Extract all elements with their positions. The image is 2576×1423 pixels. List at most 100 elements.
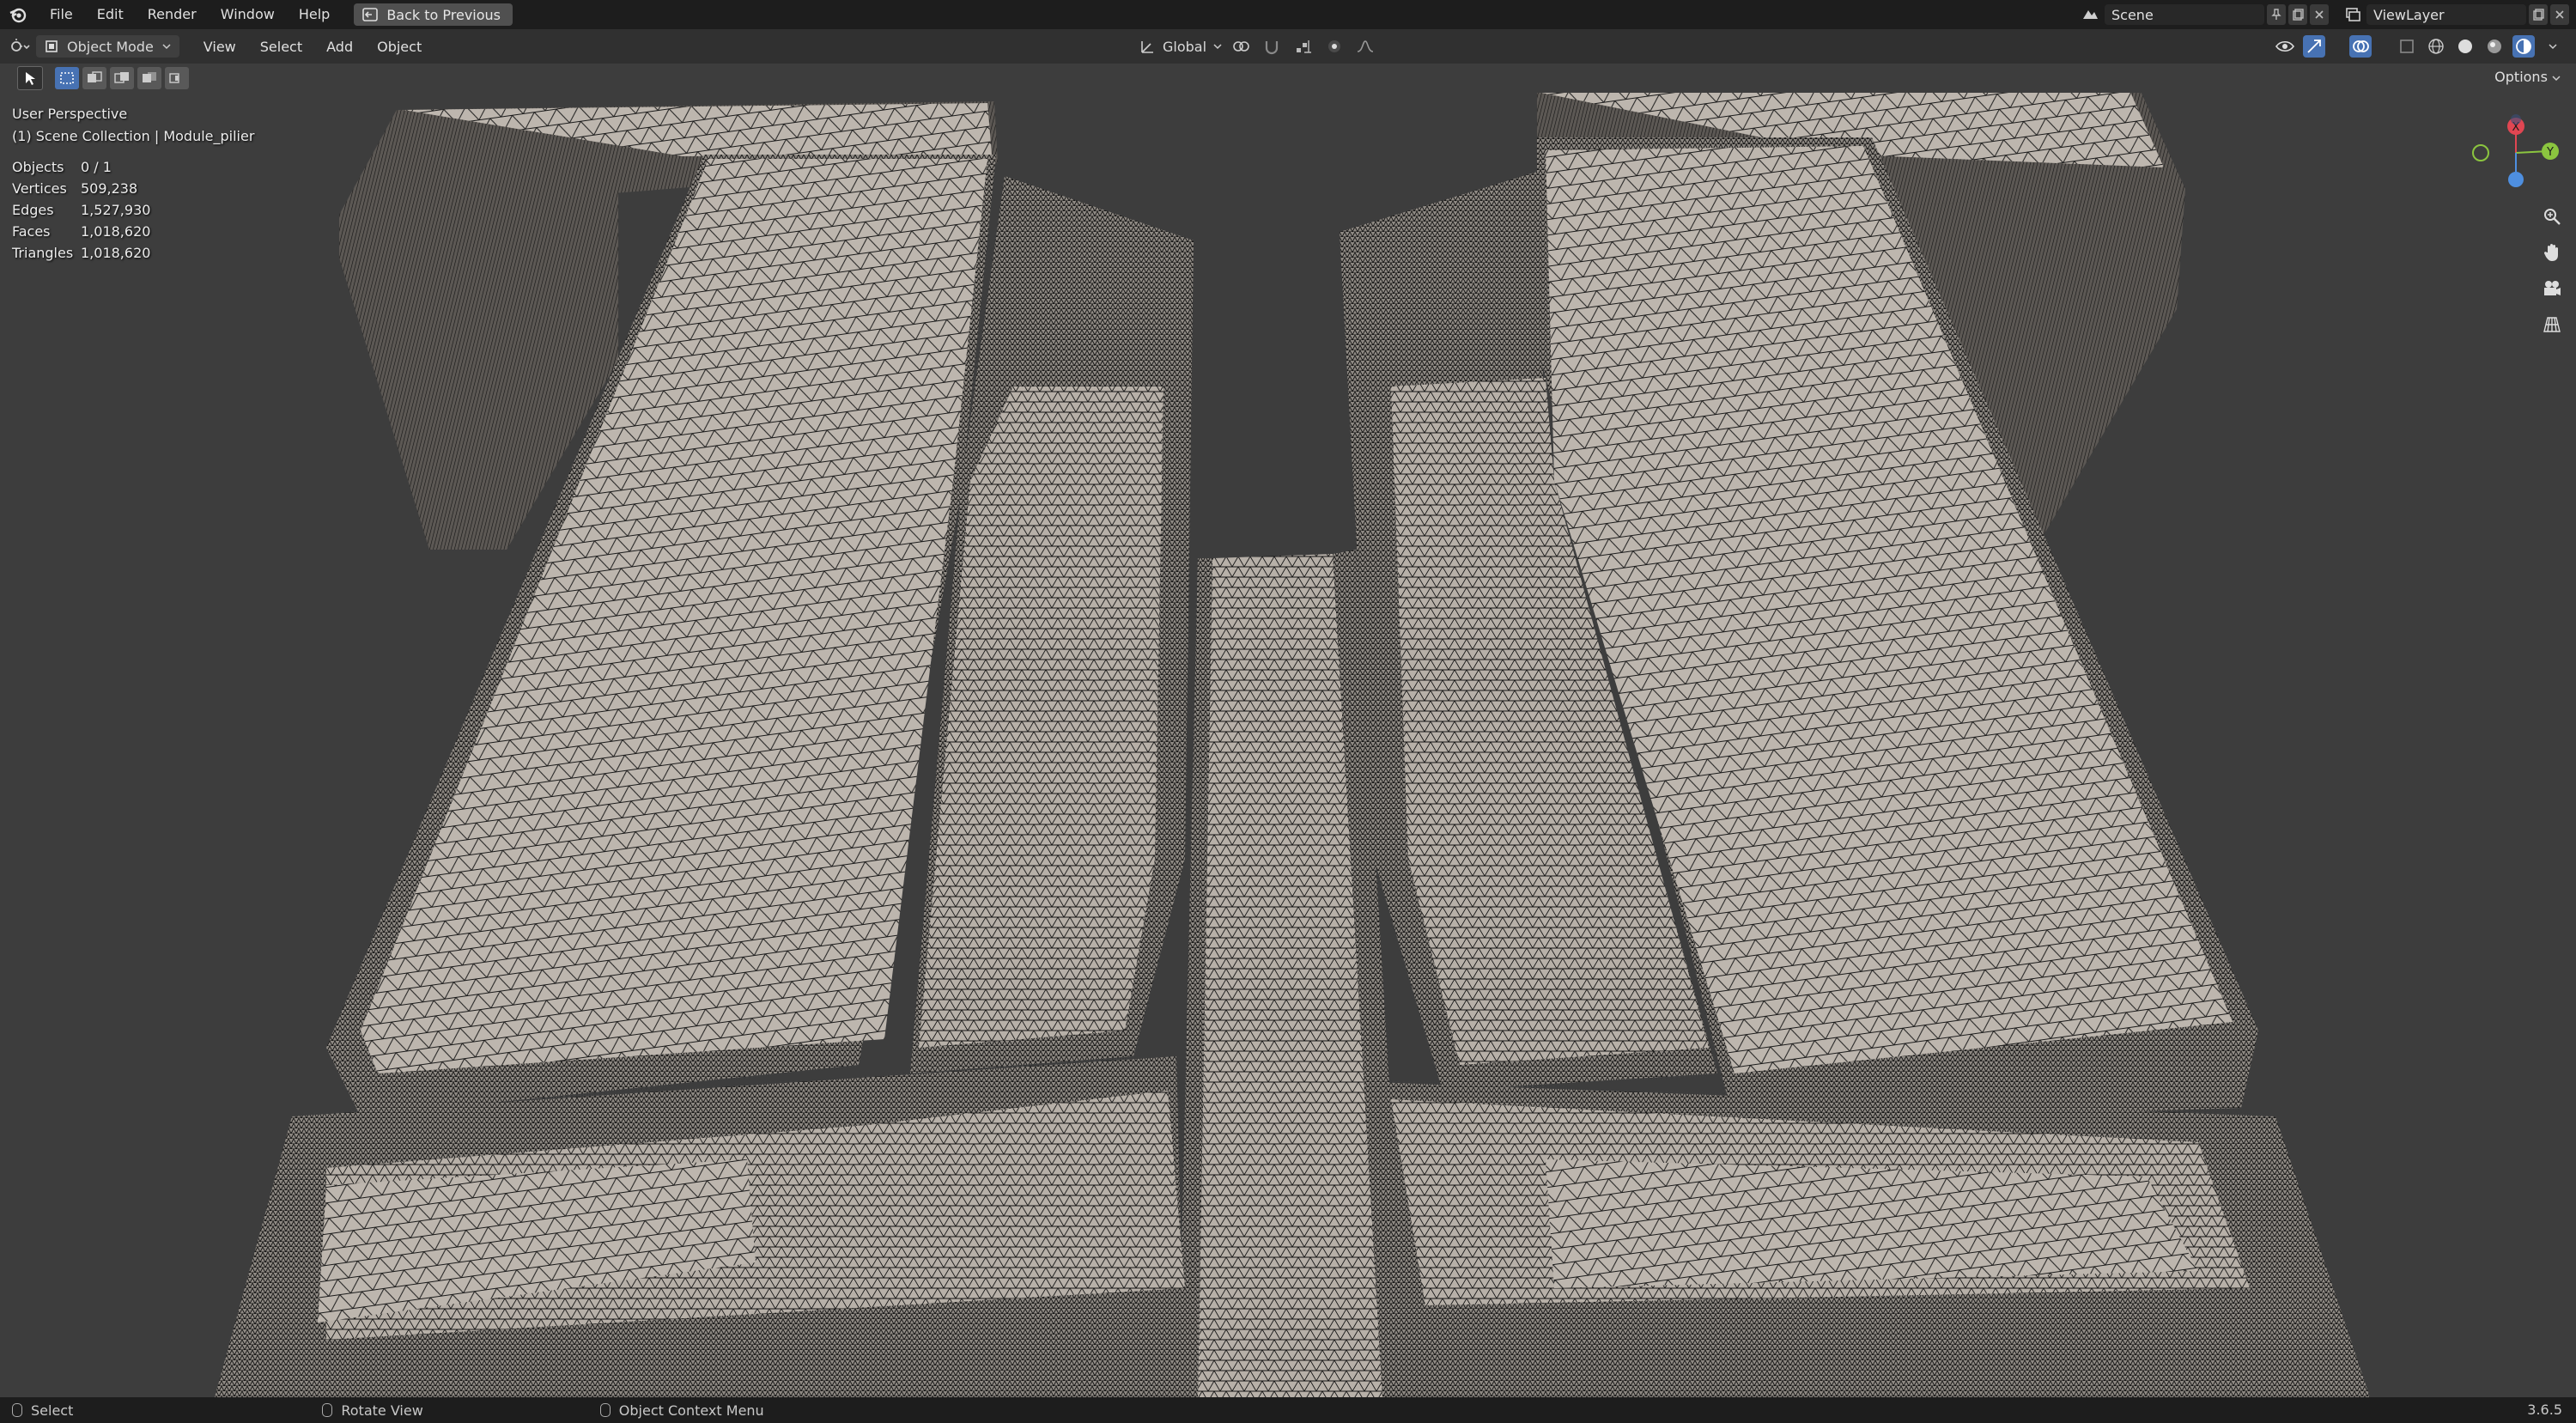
pan-hand-icon[interactable] [2538,239,2566,266]
viewport-info-overlay: User Perspective (1) Scene Collection | … [12,103,254,264]
axis-z-handle[interactable] [2508,172,2524,187]
mouse-middle-icon [322,1403,333,1417]
snap-toggle-icon[interactable] [1261,35,1284,58]
menu-view[interactable]: View [191,39,248,55]
menu-select[interactable]: Select [248,39,314,55]
viewport-display-tools [2274,29,2564,64]
menu-file[interactable]: File [38,0,85,29]
stat-label: Edges [12,202,54,218]
status-select-hint: Select [12,1402,73,1419]
stat-row: Triangles 1,018,620 [12,242,254,264]
shading-rendered-icon[interactable] [2512,35,2535,58]
object-mode-label: Object Mode [67,38,154,55]
axis-neg-y-handle[interactable] [2472,144,2489,161]
right-lower-slab[interactable] [1374,1082,2370,1397]
axis-neg-z-handle[interactable] [2511,114,2521,125]
snap-target-icon[interactable] [1292,35,1315,58]
mouse-left-icon [12,1403,22,1417]
orientation-icon [1141,41,1153,53]
select-new-mode-icon[interactable] [55,67,79,89]
scene-icon[interactable] [2079,3,2101,26]
transform-orientation-dropdown[interactable]: Global [1139,38,1222,55]
scene-name: Scene [2111,6,2154,23]
back-icon [362,8,379,21]
stat-label: Triangles [12,245,74,261]
options-dropdown[interactable]: Options [2494,69,2561,85]
chevron-down-icon [162,44,171,50]
xray-toggle-icon[interactable] [2396,35,2418,58]
stat-row: Faces 1,018,620 [12,221,254,242]
stat-label: Objects [12,159,64,175]
zoom-icon[interactable] [2538,203,2566,230]
stat-row: Vertices 509,238 [12,178,254,199]
stat-value: 0 / 1 [81,159,112,175]
delete-view-layer-icon[interactable] [2550,4,2569,25]
transform-orientation-label: Global [1163,38,1207,55]
viewport-3d[interactable] [0,93,2576,1397]
menu-object[interactable]: Object [365,39,434,55]
select-difference-mode-icon[interactable] [137,67,161,89]
back-to-previous-label: Back to Previous [386,6,501,23]
options-label: Options [2494,69,2548,85]
scene-statistics: Objects 0 / 1 Vertices 509,238 Edges 1,527,… [12,156,254,264]
blender-version: 3.6.5 [2527,1402,2562,1418]
status-context-label: Object Context Menu [618,1402,764,1419]
shading-material-icon[interactable] [2483,35,2506,58]
active-collection-label: (1) Scene Collection | Module_pilier [12,128,255,144]
menu-edit[interactable]: Edit [85,0,136,29]
status-rotate-label: Rotate View [341,1402,423,1419]
chevron-down-icon [1213,44,1222,50]
view-layer-selector[interactable]: ViewLayer [2366,4,2526,25]
stat-value: 509,238 [81,180,138,197]
status-bar: Select Rotate View Object Context Menu 3… [0,1397,2576,1423]
object-mode-dropdown[interactable]: Object Mode [36,35,179,58]
select-extend-mode-icon[interactable] [82,67,106,89]
stat-value: 1,018,620 [81,223,151,240]
delete-scene-icon[interactable] [2310,4,2329,25]
stat-value: 1,018,620 [81,245,151,261]
menu-window[interactable]: Window [209,0,287,29]
select-subtract-mode-icon[interactable] [110,67,134,89]
proportional-edit-icon[interactable] [1323,35,1346,58]
overlays-toggle-icon[interactable] [2349,35,2372,58]
view-perspective-label: User Perspective [12,106,128,122]
select-tool-icon[interactable] [17,66,43,90]
menu-add[interactable]: Add [314,39,365,55]
navigation-gizmo[interactable]: X Y [2463,108,2566,203]
shading-solid-icon[interactable] [2454,35,2476,58]
chevron-down-icon [2552,76,2561,82]
new-scene-icon[interactable] [2288,4,2307,25]
pin-scene-icon[interactable] [2267,4,2286,25]
perspective-toggle-icon[interactable] [2538,311,2566,338]
visibility-eye-icon[interactable] [2274,35,2296,58]
view-layer-icon[interactable] [2341,3,2363,26]
gizmo-toggle-icon[interactable] [2303,35,2325,58]
axis-y-label: Y [2546,146,2554,159]
pivot-point-icon[interactable] [1230,35,1253,58]
blender-logo-icon[interactable] [9,5,27,24]
shading-options-chevron-icon[interactable] [2542,35,2564,58]
select-intersect-mode-icon[interactable] [165,67,189,89]
new-view-layer-icon[interactable] [2529,4,2548,25]
scene-selector[interactable]: Scene [2105,4,2264,25]
status-context-hint: Object Context Menu [599,1402,764,1419]
tool-settings-row [0,64,2576,93]
menu-help[interactable]: Help [287,0,342,29]
shading-wireframe-icon[interactable] [2425,35,2447,58]
view-layer-name: ViewLayer [2373,6,2445,23]
stat-value: 1,527,930 [81,202,151,218]
status-select-label: Select [31,1402,74,1419]
object-mode-icon [46,40,58,52]
top-menu-bar: File Edit Render Window Help Back to Pre… [0,0,2576,29]
camera-view-icon[interactable] [2538,275,2566,302]
mouse-right-icon [599,1403,611,1417]
transform-tools: Global [1139,29,1376,64]
stat-label: Vertices [12,180,67,197]
status-rotate-hint: Rotate View [322,1402,423,1419]
menu-render[interactable]: Render [136,0,209,29]
back-to-previous-button[interactable]: Back to Previous [354,3,513,26]
stat-row: Edges 1,527,930 [12,199,254,221]
falloff-icon[interactable] [1354,35,1376,58]
editor-type-icon[interactable] [9,35,31,58]
stat-label: Faces [12,223,51,240]
